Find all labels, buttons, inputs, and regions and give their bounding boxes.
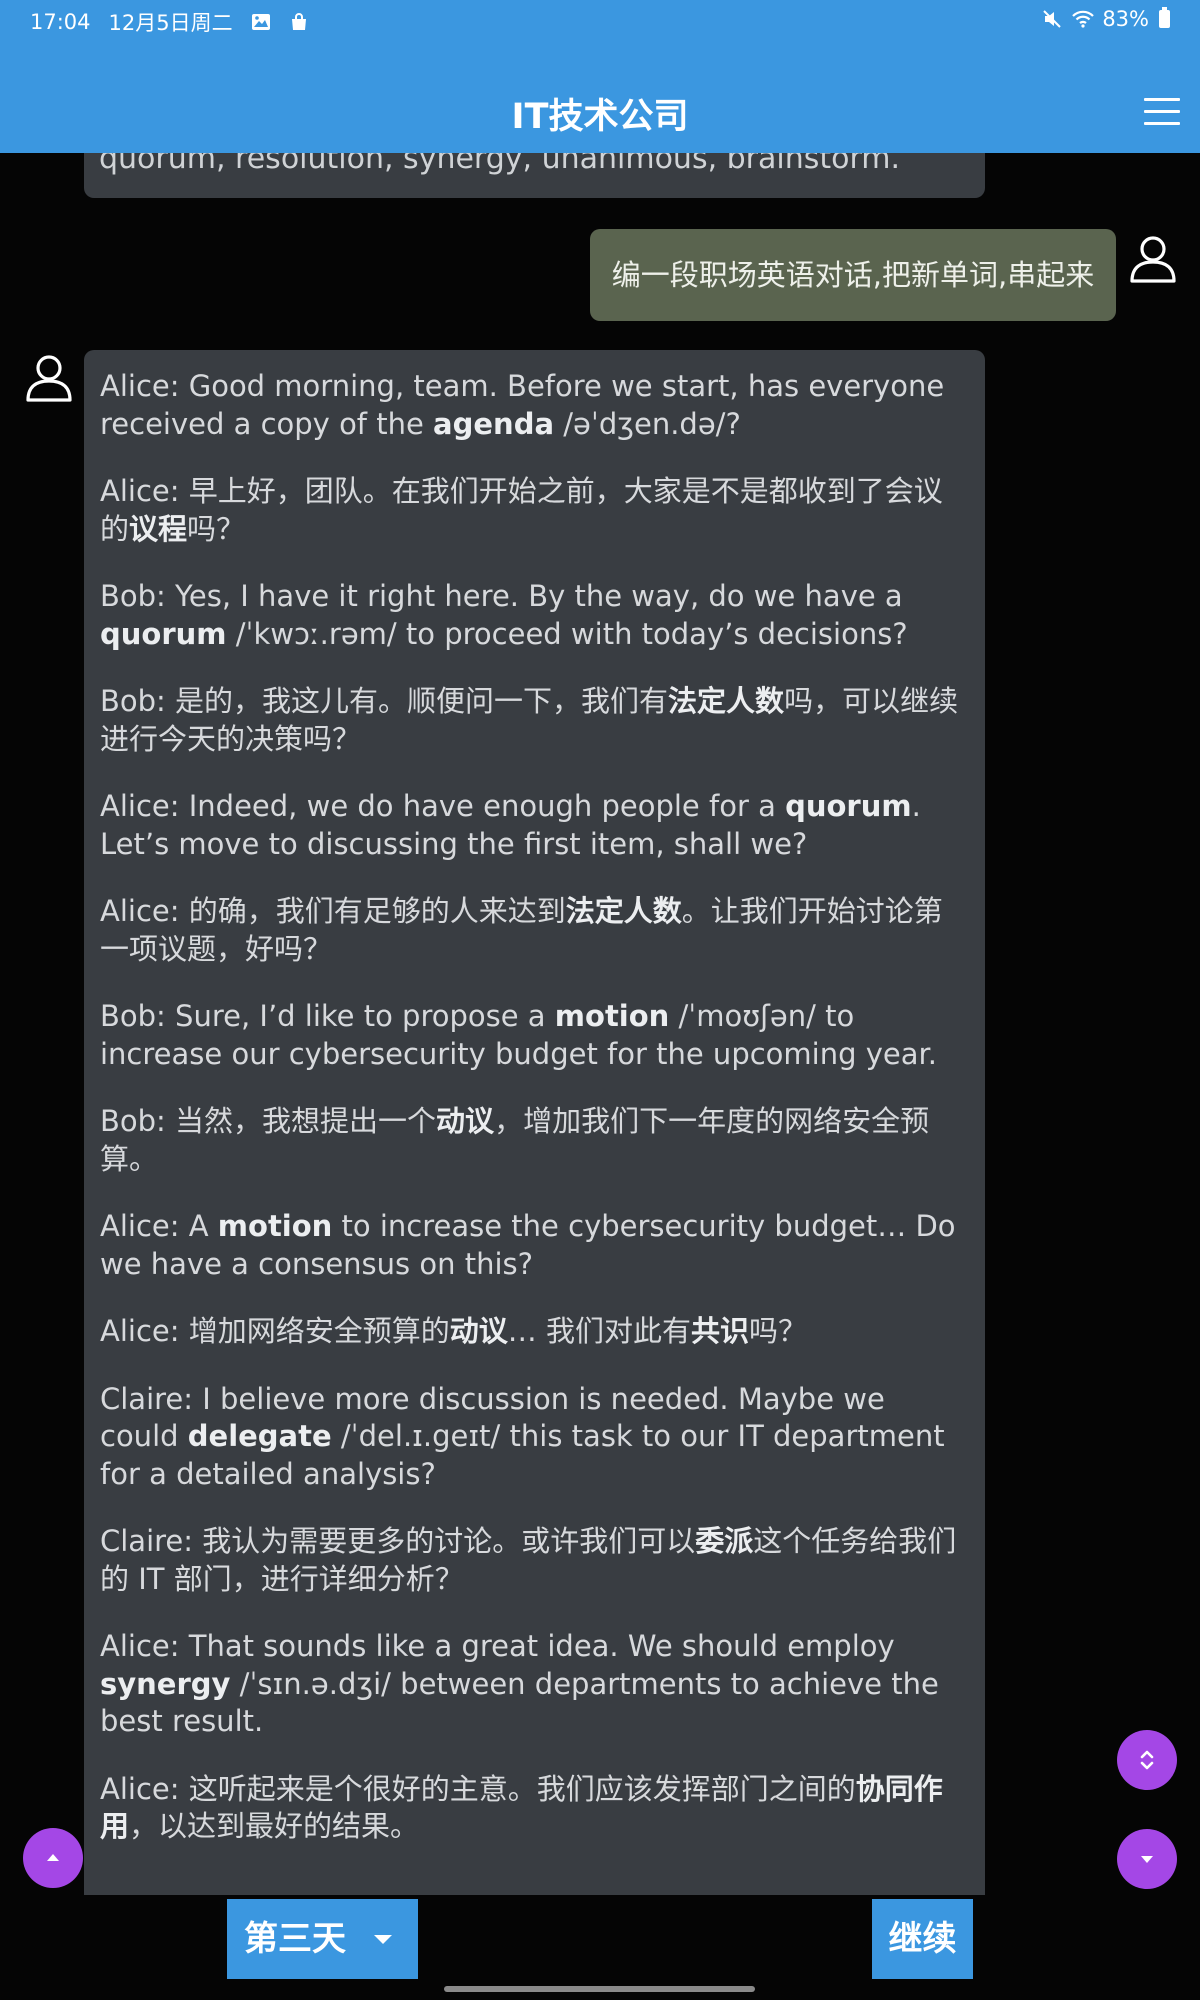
reply-paragraph: Claire: I believe more discussion is nee… xyxy=(100,1381,970,1494)
chat-area[interactable]: quorum, resolution, synergy, unanimous, … xyxy=(0,153,1200,1895)
vocab-term: 法定人数 xyxy=(565,894,682,928)
mute-icon xyxy=(1042,9,1062,29)
bottom-bar: 第三天 继续 xyxy=(0,1895,1200,2000)
scroll-down-button[interactable] xyxy=(1117,1829,1177,1889)
reply-text: Alice: A xyxy=(100,1209,218,1243)
vocab-term: quorum xyxy=(785,789,912,823)
expand-collapse-icon xyxy=(1140,1750,1154,1770)
reply-paragraph: Bob: 当然，我想提出一个动议，增加我们下一年度的网络安全预算。 xyxy=(100,1103,970,1178)
reply-paragraph: Claire: 我认为需要更多的讨论。或许我们可以委派这个任务给我们的 IT 部… xyxy=(100,1523,970,1598)
chevron-down-icon xyxy=(374,1935,392,1944)
expand-collapse-button[interactable] xyxy=(1117,1730,1177,1790)
battery-percent: 83% xyxy=(1102,7,1149,31)
reply-text: … 我们对此有 xyxy=(507,1314,691,1348)
reply-text: Bob: Yes, I have it right here. By the w… xyxy=(100,579,903,613)
day-select-label: 第三天 xyxy=(244,1919,346,1959)
reply-text: Bob: Sure, I’d like to propose a xyxy=(100,999,555,1033)
vocab-term: synergy xyxy=(100,1666,231,1701)
reply-text: /əˈdʒen.də/? xyxy=(554,406,741,441)
vocab-term: quorum xyxy=(100,616,227,651)
user-avatar-icon xyxy=(1127,233,1179,285)
reply-text: Alice: That sounds like a great idea. We… xyxy=(100,1629,895,1663)
reply-paragraph: Alice: Good morning, team. Before we sta… xyxy=(100,368,970,443)
reply-text: ，以达到最好的结果。 xyxy=(129,1809,420,1843)
reply-text: Bob: 当然，我想提出一个 xyxy=(100,1104,437,1138)
reply-text: Claire: 我认为需要更多的讨论。或许我们可以 xyxy=(100,1524,696,1558)
battery-icon xyxy=(1159,7,1170,28)
continue-button[interactable]: 继续 xyxy=(872,1899,973,1979)
vocab-term: 议程 xyxy=(129,511,188,546)
vocab-term: 动议 xyxy=(436,1104,495,1138)
previous-message-text: quorum, resolution, synergy, unanimous, … xyxy=(99,153,901,176)
reply-paragraph: Alice: 早上好，团队。在我们开始之前，大家是不是都收到了会议的议程吗？ xyxy=(100,473,970,548)
scroll-to-top-icon xyxy=(47,1854,59,1861)
bot-message-bubble: Alice: Good morning, team. Before we sta… xyxy=(84,350,985,1895)
hamburger-menu-icon[interactable] xyxy=(1144,98,1180,128)
vocab-term: delegate xyxy=(187,1419,332,1453)
reply-paragraph: Alice: Indeed, we do have enough people … xyxy=(100,788,970,863)
app-header: 17:04 12月5日周二 83% IT技术公司 xyxy=(0,0,1200,153)
reply-text: 吗？ xyxy=(748,1314,807,1348)
reply-text: Alice: 的确，我们有足够的人来达到 xyxy=(100,894,566,928)
scroll-to-top-button[interactable] xyxy=(23,1828,83,1888)
reply-paragraph: Alice: 这听起来是个很好的主意。我们应该发挥部门之间的协同作用，以达到最好… xyxy=(100,1771,970,1846)
shopping-bag-icon xyxy=(289,12,309,32)
previous-bot-message: quorum, resolution, synergy, unanimous, … xyxy=(84,153,985,198)
reply-paragraph: Alice: 的确，我们有足够的人来达到法定人数。让我们开始讨论第一项议题，好吗… xyxy=(100,893,970,968)
reply-paragraph: Bob: Yes, I have it right here. By the w… xyxy=(100,578,970,653)
reply-text: Bob: 是的，我这儿有。顺便问一下，我们有 xyxy=(100,684,669,718)
status-bar: 17:04 12月5日周二 83% xyxy=(0,0,1200,40)
vocab-term: motion xyxy=(217,1209,333,1243)
reply-text: Alice: 增加网络安全预算的 xyxy=(100,1314,450,1348)
status-right: 83% xyxy=(1042,7,1170,31)
vocab-term: 动议 xyxy=(449,1314,508,1348)
day-select-dropdown[interactable]: 第三天 xyxy=(227,1899,418,1979)
reply-paragraph: Bob: Sure, I’d like to propose a motion … xyxy=(100,998,970,1073)
status-left: 17:04 12月5日周二 xyxy=(30,7,309,37)
scroll-down-icon xyxy=(1141,1856,1153,1863)
vocab-term: motion xyxy=(554,999,670,1033)
status-time: 17:04 xyxy=(30,10,91,34)
bot-avatar-icon xyxy=(23,352,75,404)
vocab-term: agenda xyxy=(433,406,555,441)
page-title: IT技术公司 xyxy=(511,97,689,137)
user-message-bubble: 编一段职场英语对话,把新单词,串起来 xyxy=(590,229,1116,321)
reply-paragraph: Alice: 增加网络安全预算的动议… 我们对此有共识吗？ xyxy=(100,1313,970,1351)
vocab-term: 共识 xyxy=(690,1314,749,1348)
wifi-icon xyxy=(1072,9,1095,29)
reply-text: Alice: Indeed, we do have enough people … xyxy=(100,789,786,823)
reply-paragraph: Bob: 是的，我这儿有。顺便问一下，我们有法定人数吗，可以继续进行今天的决策吗… xyxy=(100,683,970,758)
reply-paragraph: Alice: That sounds like a great idea. We… xyxy=(100,1628,970,1741)
home-indicator[interactable] xyxy=(444,1986,755,1992)
vocab-term: 委派 xyxy=(695,1524,754,1558)
status-date: 12月5日周二 xyxy=(108,11,233,35)
vocab-term: 法定人数 xyxy=(668,684,785,718)
image-icon xyxy=(251,12,271,32)
reply-text: Alice: 这听起来是个很好的主意。我们应该发挥部门之间的 xyxy=(100,1771,856,1806)
reply-text: 吗？ xyxy=(187,511,246,546)
reply-text: /ˈkwɔː.rəm/ to proceed with today’s deci… xyxy=(226,616,908,651)
reply-paragraph: Alice: A motion to increase the cybersec… xyxy=(100,1208,970,1283)
